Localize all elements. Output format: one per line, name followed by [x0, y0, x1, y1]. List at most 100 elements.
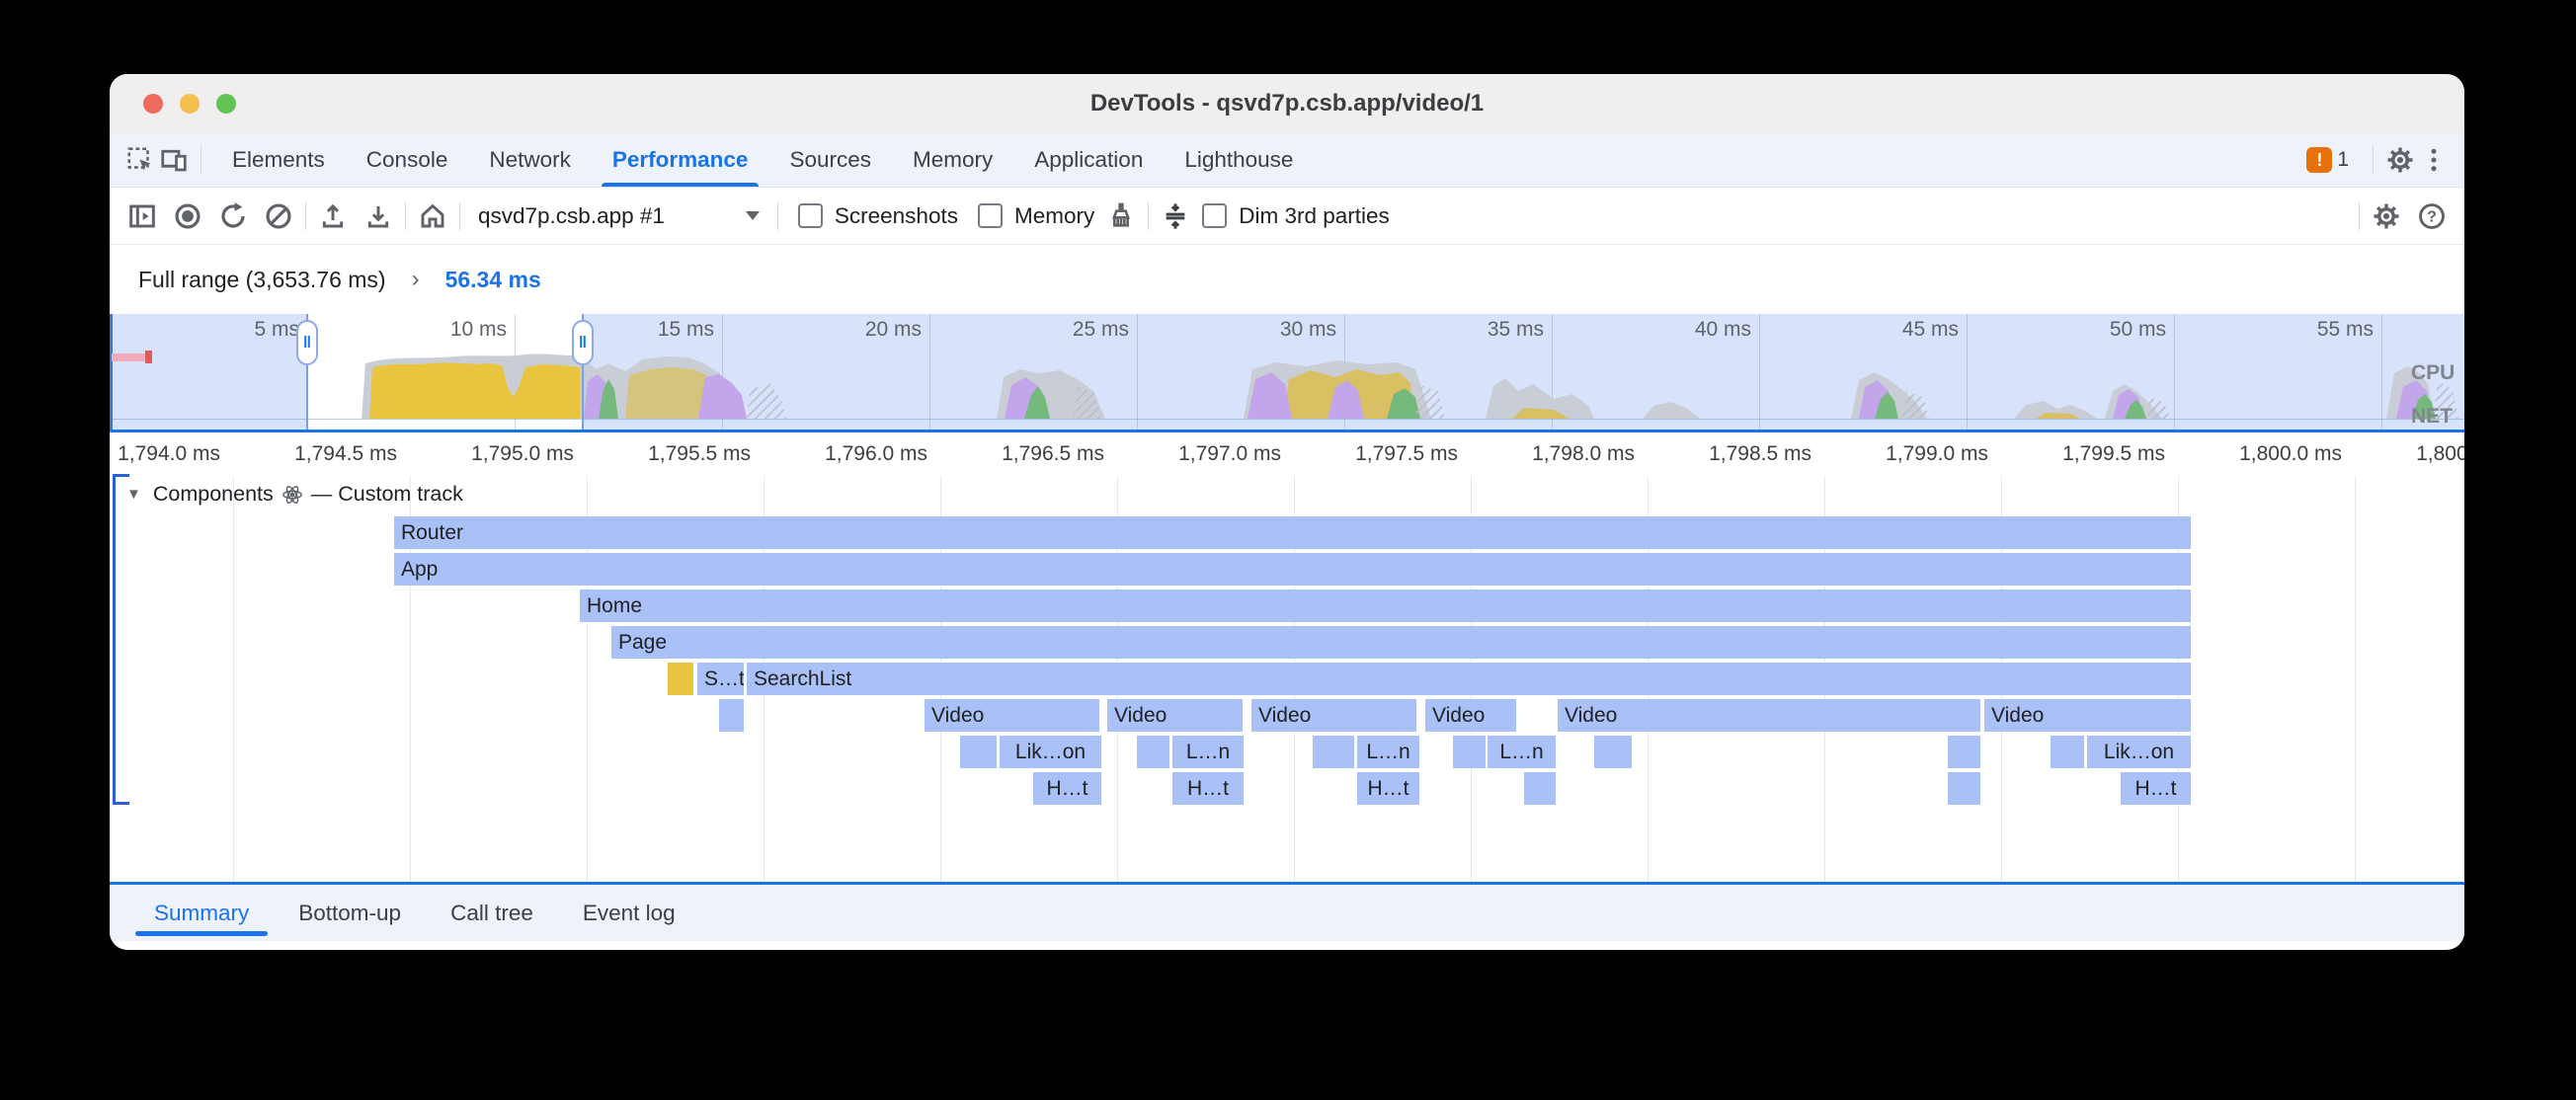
flame-bar-ht[interactable]: H…t: [2121, 772, 2191, 805]
flame-bar[interactable]: [668, 663, 693, 695]
breadcrumb-chevron: ›: [412, 266, 420, 293]
flame-bar[interactable]: [1948, 736, 1980, 768]
timeline-minimap[interactable]: 5 ms10 ms15 ms20 ms25 ms30 ms35 ms40 ms4…: [110, 314, 2464, 430]
record-icon[interactable]: [171, 199, 204, 233]
flame-bar[interactable]: [1594, 736, 1632, 768]
divider: [777, 202, 778, 230]
reload-record-icon[interactable]: [216, 199, 250, 233]
shrink-flame-icon[interactable]: [1159, 199, 1192, 233]
flame-bar[interactable]: [1137, 736, 1169, 768]
cpu-lane-label: CPU: [2411, 361, 2455, 385]
react-atom-icon: [282, 484, 303, 506]
flame-bar[interactable]: [960, 736, 997, 768]
flame-bar-home[interactable]: Home: [580, 589, 2191, 622]
flame-bar-ln[interactable]: L…n: [1172, 736, 1244, 768]
bottom-tabs: SummaryBottom-upCall treeEvent log: [129, 885, 700, 941]
home-icon[interactable]: [416, 199, 449, 233]
collect-garbage-icon[interactable]: [1104, 199, 1138, 233]
flame-bar-ht[interactable]: H…t: [1172, 772, 1244, 805]
flame-bar-likon[interactable]: Lik…on: [1000, 736, 1101, 768]
help-icon[interactable]: ?: [2415, 199, 2449, 233]
flame-bar-likon[interactable]: Lik…on: [2087, 736, 2191, 768]
tab-performance[interactable]: Performance: [592, 133, 769, 187]
device-toolbar-icon[interactable]: [157, 143, 191, 177]
perf-toolbar: qsvd7p.csb.app #1 Screenshots Memory Dim…: [110, 188, 2464, 245]
minimap-tick-label: 20 ms: [865, 318, 922, 342]
tab-lighthouse[interactable]: Lighthouse: [1164, 133, 1314, 187]
titlebar: DevTools - qsvd7p.csb.app/video/1: [110, 74, 2464, 134]
memory-checkbox[interactable]: Memory: [978, 203, 1094, 229]
flame-bar-video[interactable]: Video: [1425, 699, 1516, 732]
flame-bar-ln[interactable]: L…n: [1357, 736, 1419, 768]
warning-count: 1: [2337, 148, 2349, 172]
flame-bar-app[interactable]: App: [394, 553, 2191, 586]
tab-console[interactable]: Console: [346, 133, 469, 187]
download-profile-icon[interactable]: [362, 199, 395, 233]
flame-bar-ln[interactable]: L…n: [1488, 736, 1556, 768]
bottom-tab-summary[interactable]: Summary: [129, 885, 274, 941]
flame-bar-video[interactable]: Video: [1251, 699, 1416, 732]
flame-bar-ht[interactable]: H…t: [1357, 772, 1419, 805]
cpu-activity-chart: [110, 340, 2464, 419]
net-lane-divider: [110, 419, 2464, 420]
flame-bar-ht[interactable]: H…t: [1033, 772, 1101, 805]
divider: [459, 202, 460, 230]
settings-gear-icon[interactable]: [2383, 143, 2417, 177]
flame-bar-page[interactable]: Page: [611, 626, 2191, 659]
main-tabs: ElementsConsoleNetworkPerformanceSources…: [211, 133, 1314, 187]
tab-application[interactable]: Application: [1013, 133, 1164, 187]
bottom-tabbar: SummaryBottom-upCall treeEvent log: [110, 885, 2464, 941]
perf-settings-gear-icon[interactable]: [2370, 199, 2403, 233]
tab-elements[interactable]: Elements: [211, 133, 346, 187]
collapse-caret-icon[interactable]: ▼: [126, 486, 141, 503]
track-suffix: — Custom track: [311, 482, 463, 507]
selected-range-crumb[interactable]: 56.34 ms: [445, 267, 541, 293]
toggle-sidebar-icon[interactable]: [125, 199, 159, 233]
net-lane-label: NET: [2411, 405, 2453, 429]
flame-bar-router[interactable]: Router: [394, 516, 2191, 549]
flame-chart[interactable]: ▼ Components — Custom track Router AppHom…: [110, 432, 2464, 884]
bottom-tab-call-tree[interactable]: Call tree: [426, 885, 558, 941]
flame-bar-video[interactable]: Video: [1984, 699, 2191, 732]
clear-icon[interactable]: [262, 199, 295, 233]
upload-profile-icon[interactable]: [316, 199, 350, 233]
tab-network[interactable]: Network: [468, 133, 592, 187]
selection-left-handle[interactable]: ‖: [296, 320, 318, 365]
minimap-tick-label: 15 ms: [658, 318, 714, 342]
selection-right-handle[interactable]: ‖: [572, 320, 594, 365]
screenshots-label: Screenshots: [835, 203, 958, 229]
tab-sources[interactable]: Sources: [768, 133, 892, 187]
divider: [305, 202, 306, 230]
minimap-tick-label: 45 ms: [1902, 318, 1959, 342]
flame-bar-st[interactable]: S…t: [697, 663, 744, 695]
minimap-tick-label: 25 ms: [1073, 318, 1129, 342]
screenshots-checkbox[interactable]: Screenshots: [798, 203, 958, 229]
flame-bar[interactable]: [1313, 736, 1354, 768]
dim-3rd-parties-checkbox[interactable]: Dim 3rd parties: [1202, 203, 1390, 229]
flame-bar-video[interactable]: Video: [925, 699, 1099, 732]
checkbox-icon[interactable]: [978, 203, 1003, 228]
full-range-crumb[interactable]: Full range (3,653.76 ms): [138, 267, 386, 293]
minimap-tick-label: 10 ms: [450, 318, 507, 342]
flame-bar-video[interactable]: Video: [1558, 699, 1980, 732]
target-select[interactable]: qsvd7p.csb.app #1: [478, 203, 760, 229]
inspect-element-icon[interactable]: [123, 143, 157, 177]
devtools-window: DevTools - qsvd7p.csb.app/video/1 Elemen…: [110, 74, 2464, 950]
bottom-tab-event-log[interactable]: Event log: [558, 885, 700, 941]
divider: [405, 202, 406, 230]
more-options-icon[interactable]: [2417, 143, 2451, 177]
checkbox-icon[interactable]: [1202, 203, 1227, 228]
flame-bar[interactable]: [1453, 736, 1486, 768]
components-track-header[interactable]: ▼ Components — Custom track: [126, 482, 463, 507]
flame-bar[interactable]: [1948, 772, 1980, 805]
flame-bar-searchlist[interactable]: SearchList: [747, 663, 2191, 695]
flame-bar[interactable]: [719, 699, 744, 732]
flame-bar[interactable]: [1524, 772, 1556, 805]
tab-memory[interactable]: Memory: [892, 133, 1013, 187]
bottom-tab-bottom-up[interactable]: Bottom-up: [274, 885, 426, 941]
tabbar-right: ! 1: [2306, 143, 2451, 177]
flame-bar-video[interactable]: Video: [1107, 699, 1243, 732]
flame-bar[interactable]: [2051, 736, 2084, 768]
warning-badge-icon[interactable]: !: [2306, 147, 2332, 173]
checkbox-icon[interactable]: [798, 203, 823, 228]
